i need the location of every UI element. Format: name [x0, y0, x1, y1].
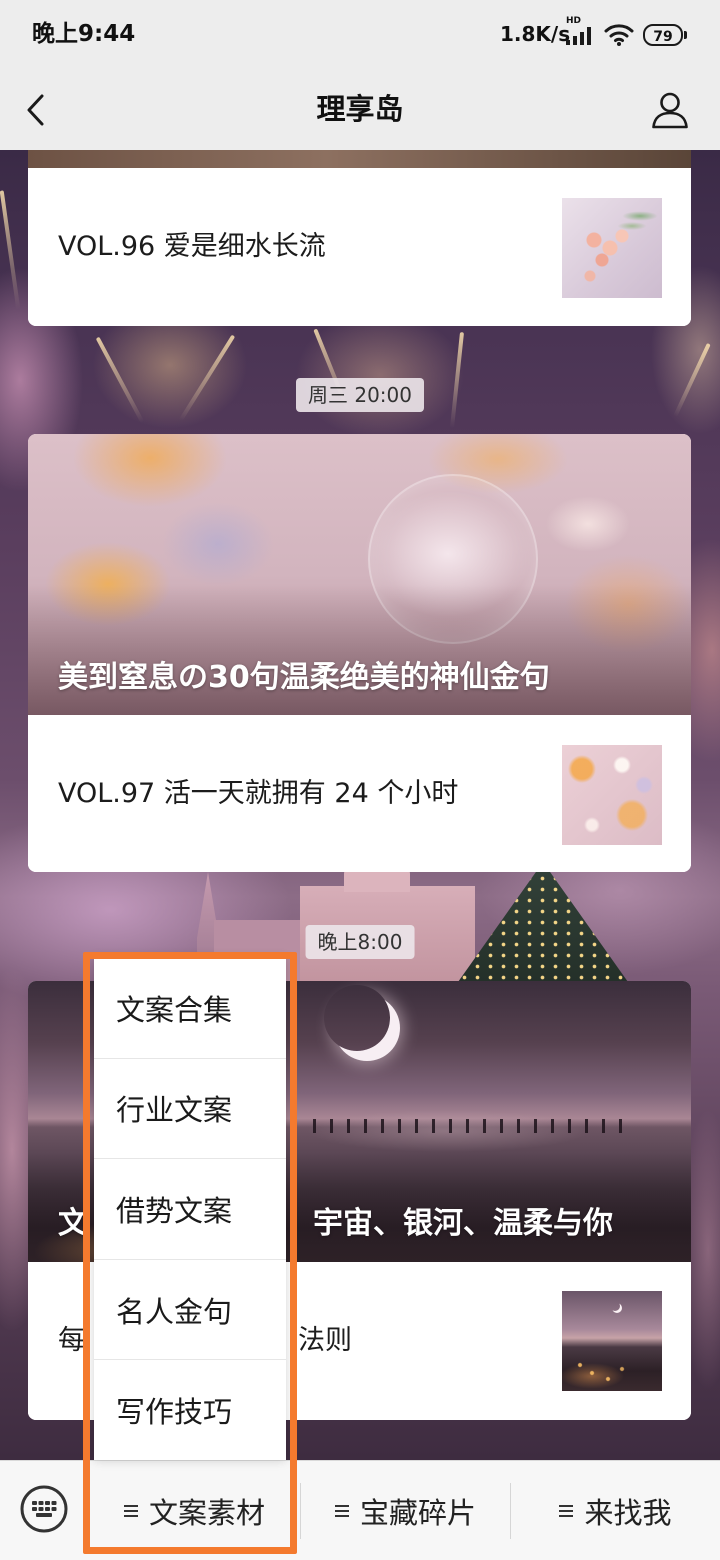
battery-icon: 79 — [643, 24, 687, 46]
cover-article-title: 宇宙、银河、温柔与你 — [313, 1206, 613, 1241]
submenu-item[interactable]: 名人金句 — [94, 1260, 286, 1361]
submenu-item[interactable]: 行业文案 — [94, 1059, 286, 1160]
cover-article-title: 美到窒息の30句温柔绝美的神仙金句 — [58, 660, 550, 695]
network-speed: 1.8K/s — [500, 22, 571, 46]
article-thumbnail — [562, 1291, 662, 1391]
menu-tab-label: 宝藏碎片 — [359, 1495, 476, 1530]
menu-tab-copy-materials[interactable]: 文案素材 — [89, 1461, 300, 1560]
crescent-moon — [610, 1301, 620, 1311]
menu-tab-label: 来找我 — [584, 1495, 672, 1530]
message-timestamp: 周三 20:00 — [296, 378, 424, 412]
article-cover-image[interactable]: 美到窒息の30句温柔绝美的神仙金句 — [28, 434, 691, 715]
page-title: 理享岛 — [316, 92, 404, 126]
article-title: 法则 — [298, 1325, 352, 1356]
article-thumbnail — [562, 745, 662, 845]
menu-tab-contact[interactable]: 来找我 — [511, 1461, 720, 1560]
status-time: 晚上9:44 — [32, 21, 136, 47]
crescent-moon — [324, 985, 390, 1051]
status-bar: 晚上9:44 1.8K/s HD 79 — [0, 0, 720, 70]
article-cover-image[interactable] — [28, 150, 691, 168]
cover-article-title: 文 — [58, 1206, 88, 1241]
signal-icon — [566, 27, 593, 45]
christmas-tree — [458, 862, 628, 982]
menu-icon — [123, 1504, 138, 1517]
submenu-item[interactable]: 写作技巧 — [94, 1360, 286, 1460]
menu-icon — [334, 1504, 349, 1517]
bottom-menu-bar: 文案素材 宝藏碎片 来找我 — [0, 1460, 720, 1560]
menu-icon — [559, 1504, 574, 1517]
submenu-popup: 文案合集 行业文案 借势文案 名人金句 写作技巧 — [94, 958, 286, 1460]
hd-badge: HD — [566, 16, 582, 26]
article-row[interactable]: VOL.97 活一天就拥有 24 个小时 — [28, 715, 691, 872]
firework-streak — [178, 334, 236, 422]
article-row[interactable]: VOL.96 爱是细水长流 — [28, 168, 691, 326]
firework-streak — [673, 342, 711, 418]
person-icon — [652, 92, 688, 129]
firework-streak — [449, 332, 465, 428]
article-thumbnail — [562, 198, 662, 298]
keyboard-toggle-button[interactable] — [20, 1485, 68, 1533]
article-title: VOL.97 活一天就拥有 24 个小时 — [58, 778, 459, 809]
battery-level: 79 — [653, 29, 673, 45]
firework-streak — [0, 190, 21, 310]
firework-streak — [95, 336, 145, 424]
nav-bar: 理享岛 — [0, 70, 720, 150]
back-button[interactable] — [20, 90, 52, 130]
article-title: VOL.96 爱是细水长流 — [58, 231, 326, 262]
message-timestamp: 晚上8:00 — [305, 925, 415, 959]
chevron-left-icon — [27, 94, 44, 126]
wifi-icon — [604, 23, 634, 46]
bokeh-bubble — [368, 474, 538, 644]
keyboard-icon — [20, 1485, 68, 1533]
submenu-item[interactable]: 文案合集 — [94, 958, 286, 1059]
article-card[interactable]: 美到窒息の30句温柔绝美的神仙金句 VOL.97 活一天就拥有 24 个小时 — [28, 434, 691, 872]
menu-tab-treasure[interactable]: 宝藏碎片 — [301, 1461, 510, 1560]
profile-button[interactable] — [648, 88, 692, 132]
beach-silhouettes — [313, 1119, 633, 1133]
article-card[interactable]: VOL.96 爱是细水长流 — [28, 150, 691, 326]
article-title: 每 — [58, 1325, 85, 1356]
submenu-item[interactable]: 借势文案 — [94, 1159, 286, 1260]
menu-tab-label: 文案素材 — [148, 1495, 265, 1530]
